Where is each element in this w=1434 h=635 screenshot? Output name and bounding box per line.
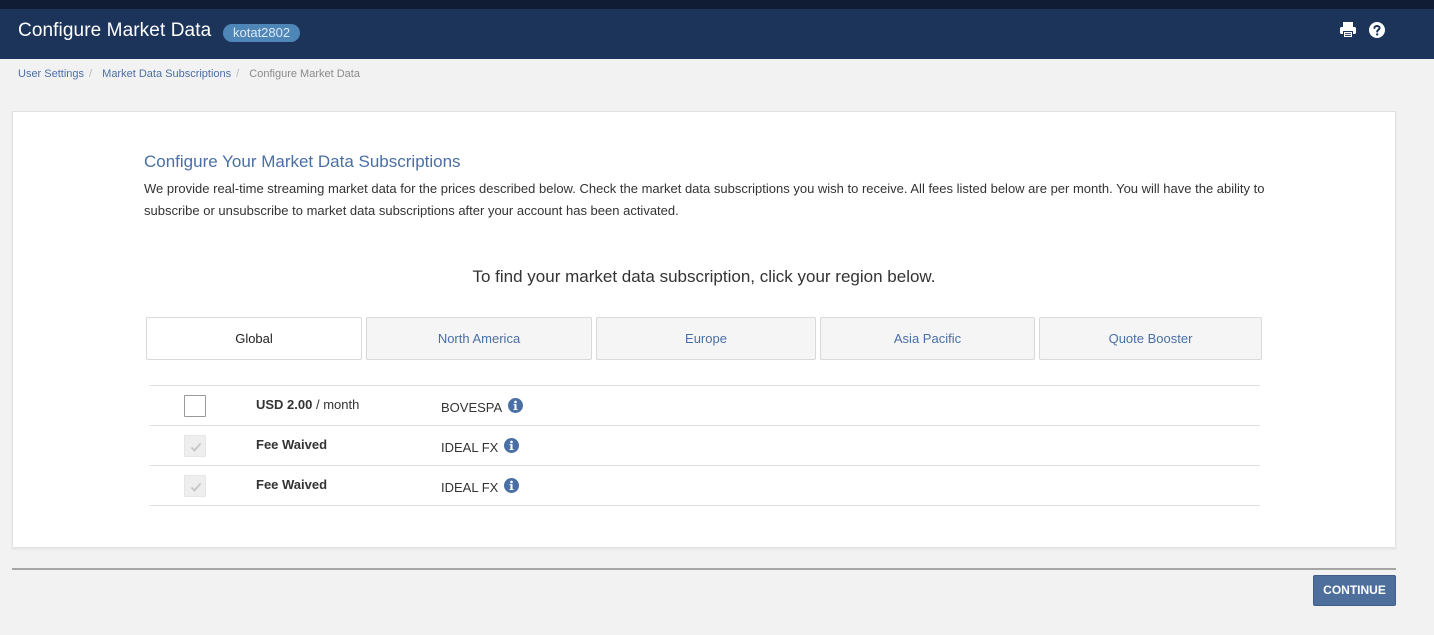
- continue-button[interactable]: CONTINUE: [1313, 575, 1396, 606]
- fee-amount: Fee Waived: [256, 477, 328, 492]
- breadcrumb-user-settings[interactable]: User Settings: [18, 68, 84, 80]
- exchange-name: BOVESPA: [441, 400, 503, 415]
- subscription-row: Fee Waived IDEAL FX: [149, 466, 1260, 506]
- subscription-fee: Fee Waived: [256, 437, 327, 452]
- exchange-name: IDEAL FX: [441, 480, 499, 495]
- info-icon[interactable]: [504, 478, 520, 493]
- top-strip: [0, 0, 1434, 9]
- footer-divider: [12, 568, 1396, 570]
- subscription-row: USD 2.00 / month BOVESPA: [149, 386, 1260, 426]
- subscription-checkbox[interactable]: [184, 435, 206, 457]
- fee-amount: Fee Waived: [256, 437, 328, 452]
- breadcrumb-market-data-subscriptions[interactable]: Market Data Subscriptions: [102, 68, 231, 80]
- info-icon[interactable]: [504, 438, 520, 453]
- subscription-checkbox[interactable]: [184, 395, 206, 417]
- subscription-exchange: BOVESPA: [441, 398, 524, 415]
- subscription-fee: Fee Waived: [256, 477, 327, 492]
- info-icon[interactable]: [508, 398, 524, 413]
- help-icon[interactable]: [1368, 21, 1386, 39]
- tab-north-america[interactable]: North America: [366, 317, 592, 360]
- subscription-card: Configure Your Market Data Subscriptions…: [12, 111, 1396, 548]
- region-prompt: To find your market data subscription, c…: [472, 267, 936, 286]
- check-icon: [190, 442, 202, 452]
- exchange-name: IDEAL FX: [441, 440, 499, 455]
- tab-asia-pacific[interactable]: Asia Pacific: [820, 317, 1035, 360]
- breadcrumb: User Settings / Market Data Subscriptions…: [18, 68, 360, 80]
- subscription-exchange: IDEAL FX: [441, 438, 520, 455]
- user-badge: kotat2802: [223, 24, 301, 42]
- subscription-exchange: IDEAL FX: [441, 478, 520, 495]
- page-header: Configure Market Data kotat2802: [0, 9, 1434, 59]
- subscription-fee: USD 2.00 / month: [256, 397, 359, 412]
- fee-unit: / month: [312, 397, 360, 412]
- tab-quote-booster[interactable]: Quote Booster: [1039, 317, 1262, 360]
- print-icon[interactable]: [1339, 21, 1357, 39]
- breadcrumb-current: Configure Market Data: [249, 68, 360, 80]
- section-title: Configure Your Market Data Subscriptions: [144, 152, 461, 171]
- tab-europe[interactable]: Europe: [596, 317, 816, 360]
- subscription-checkbox[interactable]: [184, 475, 206, 497]
- section-description: We provide real-time streaming market da…: [144, 181, 1265, 218]
- subscription-list: USD 2.00 / month BOVESPA Fee Waived IDEA…: [149, 385, 1260, 506]
- breadcrumb-separator: /: [236, 68, 240, 80]
- subscription-row: Fee Waived IDEAL FX: [149, 426, 1260, 466]
- tab-global[interactable]: Global: [146, 317, 362, 360]
- fee-amount: USD 2.00: [256, 397, 313, 412]
- page-title: Configure Market Data: [18, 20, 212, 41]
- check-icon: [190, 482, 202, 492]
- breadcrumb-separator: /: [89, 68, 93, 80]
- region-tabs: Global North America Europe Asia Pacific…: [13, 317, 1397, 361]
